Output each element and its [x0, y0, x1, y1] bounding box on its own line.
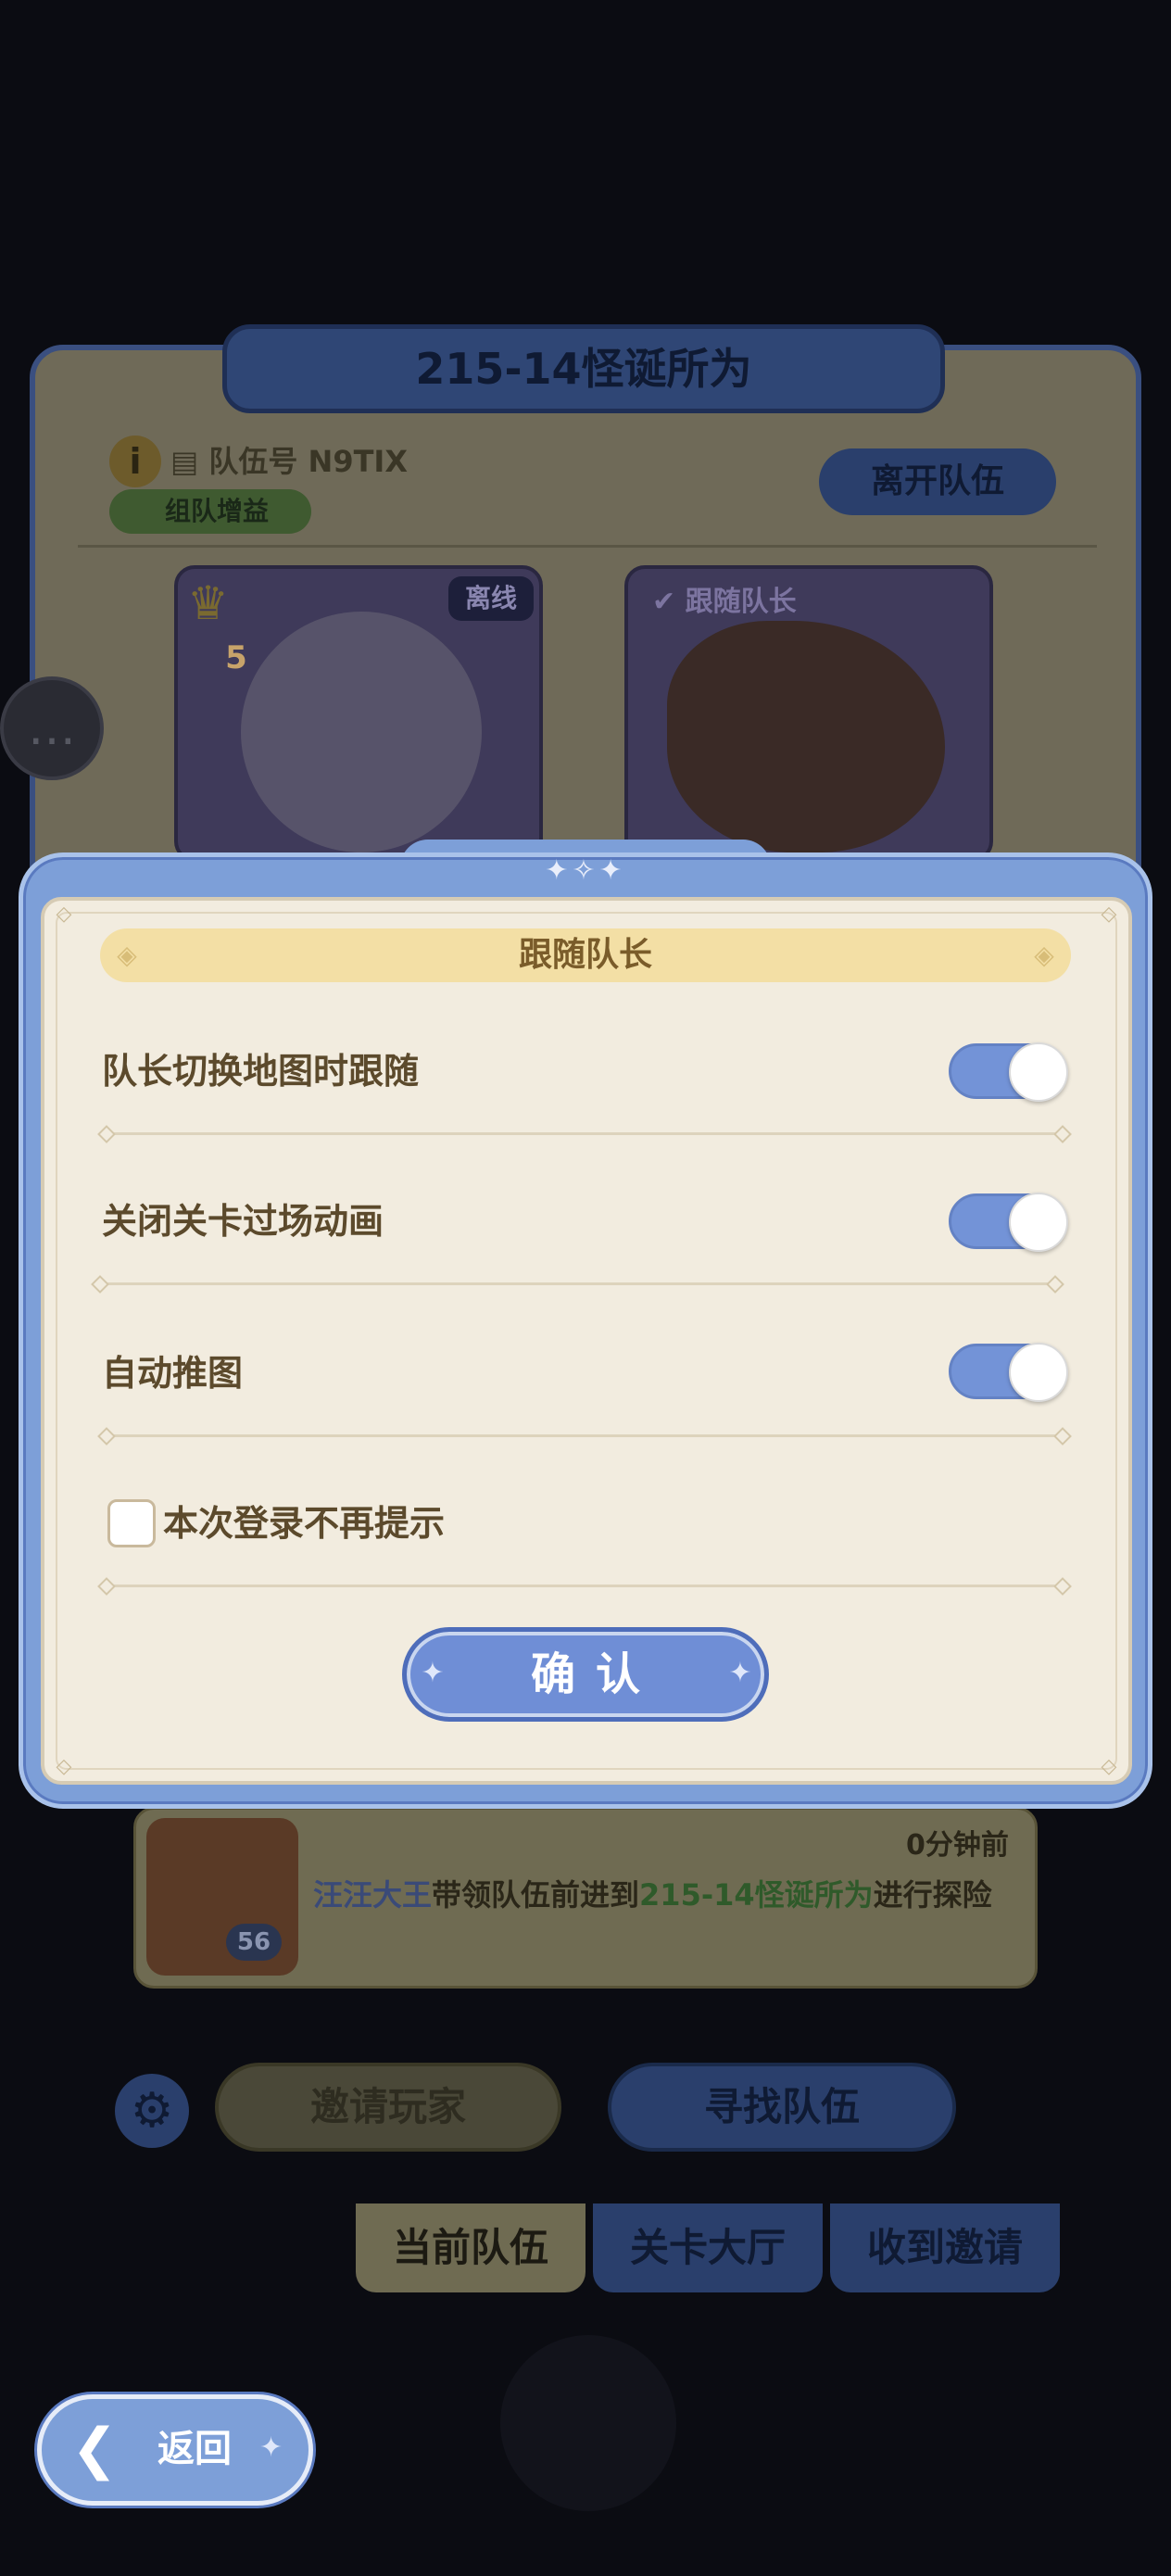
log-time: 0分钟前 [906, 1829, 1009, 1862]
option-skip-cutscene-label: 关闭关卡过场动画 [102, 1201, 384, 1242]
team-buff-label: 组队增益 [165, 496, 270, 526]
log-level-name: 215-14怪诞所为 [639, 1877, 874, 1913]
find-team-button[interactable]: 寻找队伍 [608, 2063, 956, 2152]
sparkle-icon: ✦ [259, 2431, 283, 2464]
corner-ornament-icon: ◇ [1101, 903, 1117, 926]
tab-current-team[interactable]: 当前队伍 [356, 2203, 586, 2292]
bottom-emblem [500, 2335, 676, 2511]
copy-icon[interactable]: ▤ [170, 444, 198, 479]
leave-team-button[interactable]: 离开队伍 [819, 448, 1056, 515]
separator [106, 1585, 1065, 1587]
team-number-value: N9TIX [308, 444, 408, 479]
option-auto-push-label: 自动推图 [102, 1353, 244, 1394]
team-number-label: 队伍号 [208, 444, 298, 479]
separator [100, 1282, 1060, 1285]
option-follow-map-change-label: 队长切换地图时跟随 [102, 1051, 420, 1092]
toggle-knob [1009, 1042, 1068, 1102]
member-1-character [241, 612, 482, 852]
confirm-button-label[interactable]: 确认 [402, 1627, 769, 1722]
check-icon: ✔ [652, 586, 676, 618]
member-1-level: 5 [225, 639, 247, 676]
info-icon[interactable]: i [109, 436, 161, 487]
corner-ornament-icon: ◇ [56, 1755, 72, 1778]
follow-map-change-toggle[interactable] [949, 1042, 1068, 1102]
log-player-name: 汪汪大王 [313, 1877, 433, 1913]
toggle-knob [1009, 1193, 1068, 1252]
dont-remind-checkbox[interactable] [107, 1499, 156, 1547]
separator [106, 1434, 1065, 1437]
separator [106, 1132, 1065, 1135]
invite-players-button[interactable]: 邀请玩家 [215, 2063, 561, 2152]
team-number: ▤ 队伍号 N9TIX [170, 436, 408, 487]
member-2-status: ✔ 跟随队长 [652, 580, 797, 625]
team-panel-title: 215-14怪诞所为 [415, 344, 752, 394]
gear-icon[interactable]: ⚙ [115, 2074, 189, 2148]
skip-cutscene-toggle[interactable] [949, 1193, 1068, 1252]
dont-remind-label[interactable]: 本次登录不再提示 [163, 1496, 445, 1551]
member-1-status: 离线 [448, 576, 534, 621]
crown-icon: ♛ [187, 576, 229, 630]
corner-ornament-icon: ◇ [1101, 1755, 1117, 1778]
log-avatar-level: 56 [226, 1924, 282, 1961]
back-button-label[interactable]: 返回 [157, 2418, 232, 2480]
auto-push-toggle[interactable] [949, 1343, 1068, 1402]
log-text-after: 进行探险 [873, 1877, 992, 1913]
dialog-title: 跟随队长 [518, 936, 652, 974]
sparkle-icon: ✦✧✦ [545, 854, 626, 887]
tab-received-invites[interactable]: 收到邀请 [830, 2203, 1060, 2292]
member-2-status-label: 跟随队长 [685, 586, 797, 618]
team-buff-badge[interactable]: 组队增益 [109, 489, 311, 534]
log-text-before: 带领队伍前进到 [432, 1877, 640, 1913]
chat-bubble-icon[interactable]: … [0, 676, 104, 780]
back-arrow-icon[interactable]: ❮ [67, 2418, 122, 2480]
corner-ornament-icon: ◇ [56, 903, 72, 926]
log-text: 汪汪大王带领队伍前进到215-14怪诞所为进行探险 [313, 1872, 992, 1914]
tab-stage-lobby[interactable]: 关卡大厅 [593, 2203, 823, 2292]
divider [78, 545, 1097, 548]
toggle-knob [1009, 1343, 1068, 1402]
